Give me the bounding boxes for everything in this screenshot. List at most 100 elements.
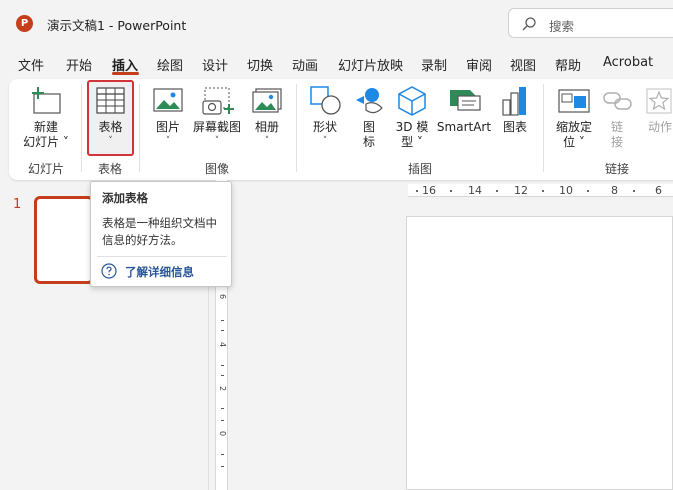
ruler-dot — [450, 190, 452, 192]
horizontal-ruler-label: 10 — [559, 184, 573, 197]
link-button[interactable]: 链 接 — [600, 84, 634, 154]
search-box[interactable]: 搜索 — [508, 8, 673, 38]
chart-button[interactable]: 图表 — [496, 84, 534, 154]
ruler-tick — [221, 420, 224, 421]
title-bar: P 演示文稿1 - PowerPoint 搜索 — [0, 0, 673, 46]
action-button[interactable]: 动作 — [640, 84, 673, 154]
ruler-dot — [416, 190, 418, 192]
tab-transitions[interactable]: 切换 — [247, 55, 273, 74]
smartart-button[interactable]: SmartArt — [436, 84, 492, 154]
tab-record[interactable]: 录制 — [421, 55, 447, 74]
learn-more-link[interactable]: 了解详细信息 — [125, 264, 194, 280]
shapes-button[interactable]: 形状 ˅ — [306, 84, 344, 154]
group-divider — [81, 84, 82, 172]
tooltip-body: 表格是一种组织文档中信息的好方法。 — [102, 216, 217, 247]
slide-number: 1 — [13, 197, 22, 212]
slide-thumbnail[interactable] — [34, 196, 94, 284]
picture-icon — [153, 88, 183, 112]
tab-slideshow[interactable]: 幻灯片放映 — [338, 55, 403, 74]
ruler-tick — [221, 466, 224, 467]
screenshot-icon — [202, 87, 234, 115]
document-title: 演示文稿1 - PowerPoint — [47, 18, 187, 33]
3d-models-label: 3D 模 — [395, 120, 429, 134]
ribbon-tabs: 文件 开始 插入 绘图 设计 切换 动画 幻灯片放映 录制 审阅 视图 帮助 A… — [0, 50, 673, 76]
icons-label: 图 — [362, 120, 375, 134]
action-label: 动作 — [648, 120, 673, 134]
tab-view[interactable]: 视图 — [510, 55, 536, 74]
group-divider — [139, 84, 140, 172]
shapes-label: 形状 — [312, 120, 337, 134]
smartart-icon — [450, 90, 481, 111]
chevron-down-icon: ˅ — [108, 136, 113, 146]
vertical-ruler-label: 2 — [218, 385, 227, 392]
ruler-tick — [221, 330, 224, 331]
smartart-label: SmartArt — [436, 120, 492, 134]
picture-button[interactable]: 图片 ˅ — [150, 84, 186, 154]
powerpoint-logo-icon: P — [16, 15, 33, 32]
screenshot-button[interactable]: 屏幕截图 ˅ — [190, 84, 244, 154]
new-slide-label: 新建 — [33, 120, 58, 134]
new-slide-label-2: 幻灯片 ˅ — [23, 135, 69, 149]
star-icon — [646, 88, 672, 114]
tab-draw[interactable]: 绘图 — [157, 55, 183, 74]
group-divider — [296, 84, 297, 172]
table-button[interactable]: 表格 ˅ — [89, 84, 132, 154]
link-label-2: 接 — [610, 135, 623, 149]
tab-review[interactable]: 审阅 — [466, 55, 492, 74]
horizontal-ruler-label: 6 — [655, 184, 662, 197]
icons-icon — [356, 88, 383, 114]
help-icon — [101, 263, 117, 279]
table-icon — [96, 87, 125, 114]
ruler-tick — [221, 375, 224, 376]
ruler-dot — [496, 190, 498, 192]
chevron-down-icon: ˅ — [322, 136, 328, 146]
link-icon — [603, 92, 632, 110]
ruler-tick — [221, 320, 224, 321]
ruler-dot — [542, 190, 544, 192]
chevron-down-icon: ˅ — [214, 136, 220, 146]
zoom-label-2: 位 ˅ — [563, 135, 585, 149]
zoom-label: 缩放定 — [555, 120, 592, 134]
group-label-tables: 表格 — [98, 162, 123, 176]
horizontal-ruler-label: 14 — [468, 184, 482, 197]
search-icon — [522, 17, 536, 31]
ruler-tick — [221, 408, 224, 409]
group-label-illustrations: 插图 — [408, 162, 433, 176]
horizontal-ruler-label: 16 — [422, 184, 436, 197]
tab-help[interactable]: 帮助 — [555, 55, 581, 74]
search-placeholder: 搜索 — [549, 19, 575, 34]
vertical-ruler-label: 4 — [218, 341, 227, 348]
horizontal-ruler-label: 12 — [514, 184, 528, 197]
tab-acrobat[interactable]: Acrobat — [603, 55, 653, 70]
tooltip-title: 添加表格 — [102, 191, 148, 205]
slide-canvas[interactable] — [406, 216, 673, 490]
shapes-icon — [310, 86, 341, 115]
zoom-button[interactable]: 缩放定 位 ˅ — [552, 84, 596, 154]
horizontal-ruler: 16 14 12 10 8 6 — [408, 184, 673, 197]
ruler-dot — [587, 190, 589, 192]
table-label: 表格 — [98, 120, 123, 134]
cube-icon — [398, 86, 426, 116]
tab-design[interactable]: 设计 — [202, 55, 228, 74]
tab-home[interactable]: 开始 — [66, 55, 92, 74]
picture-label: 图片 — [155, 120, 180, 134]
ruler-tick — [221, 454, 224, 455]
3d-models-label-2: 型 ˅ — [401, 135, 423, 149]
icons-label-2: 标 — [362, 135, 375, 149]
group-divider — [543, 84, 544, 172]
new-slide-icon — [32, 87, 61, 114]
photo-album-button[interactable]: 相册 ˅ — [248, 84, 286, 154]
photo-album-icon — [252, 88, 282, 113]
chevron-down-icon: ˅ — [165, 136, 171, 146]
3d-models-button[interactable]: 3D 模 型 ˅ — [392, 84, 432, 154]
chart-label: 图表 — [502, 120, 527, 134]
zoom-icon — [558, 89, 590, 113]
new-slide-button[interactable]: 新建 幻灯片 ˅ — [18, 84, 74, 154]
group-label-images: 图像 — [205, 162, 230, 176]
tab-animations[interactable]: 动画 — [292, 55, 318, 74]
icons-button[interactable]: 图 标 — [350, 84, 388, 154]
group-label-slides: 幻灯片 — [28, 162, 65, 176]
tab-file[interactable]: 文件 — [18, 55, 44, 74]
tooltip-divider — [97, 256, 227, 257]
horizontal-ruler-label: 8 — [611, 184, 618, 197]
